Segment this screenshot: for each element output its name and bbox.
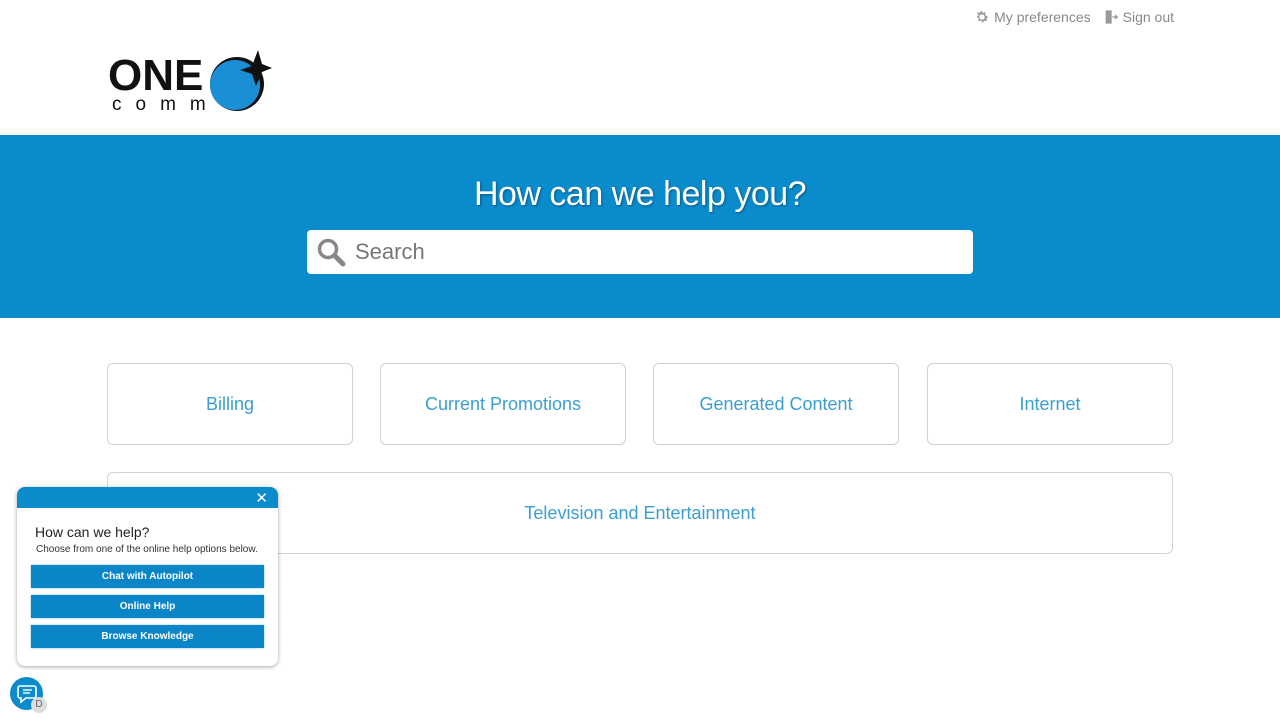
gear-icon: [976, 11, 989, 23]
category-tile-current-promotions[interactable]: Current Promotions: [380, 363, 626, 445]
chat-launcher-button[interactable]: D: [10, 677, 47, 713]
my-preferences-label: My preferences: [994, 9, 1091, 25]
category-label: Internet: [1019, 393, 1081, 414]
search-box[interactable]: [307, 230, 973, 274]
category-tile-generated-content[interactable]: Generated Content: [653, 363, 899, 445]
help-widget-title: How can we help?: [35, 524, 150, 540]
top-nav: My preferences Sign out: [974, 9, 1174, 25]
category-label: Generated Content: [699, 393, 853, 414]
chat-badge: D: [31, 697, 47, 713]
category-label: Current Promotions: [424, 393, 582, 414]
category-label: Billing: [205, 393, 255, 414]
hero-banner: How can we help you?: [0, 135, 1280, 318]
category-label: Television and Entertainment: [524, 502, 756, 523]
sign-out-label: Sign out: [1122, 9, 1174, 25]
search-icon: [317, 238, 346, 267]
category-tile-internet[interactable]: Internet: [927, 363, 1173, 445]
my-preferences-link[interactable]: My preferences: [974, 9, 1091, 25]
help-widget-header: ✕: [17, 487, 278, 508]
logo-word-comm: comm: [112, 94, 220, 115]
sign-out-icon: [1105, 10, 1118, 24]
logo-word-one: ONE: [108, 51, 203, 100]
search-input[interactable]: [355, 239, 973, 265]
onecomm-logo[interactable]: ONE comm: [108, 46, 274, 116]
close-icon[interactable]: ✕: [255, 489, 268, 507]
help-widget: ✕ How can we help? Choose from one of th…: [17, 487, 278, 666]
browse-knowledge-button[interactable]: Browse Knowledge: [31, 625, 264, 648]
sign-out-link[interactable]: Sign out: [1103, 9, 1174, 25]
help-widget-subtitle: Choose from one of the online help optio…: [36, 544, 258, 555]
hero-title: How can we help you?: [473, 175, 807, 213]
online-help-button[interactable]: Online Help: [31, 595, 264, 618]
chat-with-autopilot-button[interactable]: Chat with Autopilot: [31, 565, 264, 588]
category-tile-billing[interactable]: Billing: [107, 363, 353, 445]
